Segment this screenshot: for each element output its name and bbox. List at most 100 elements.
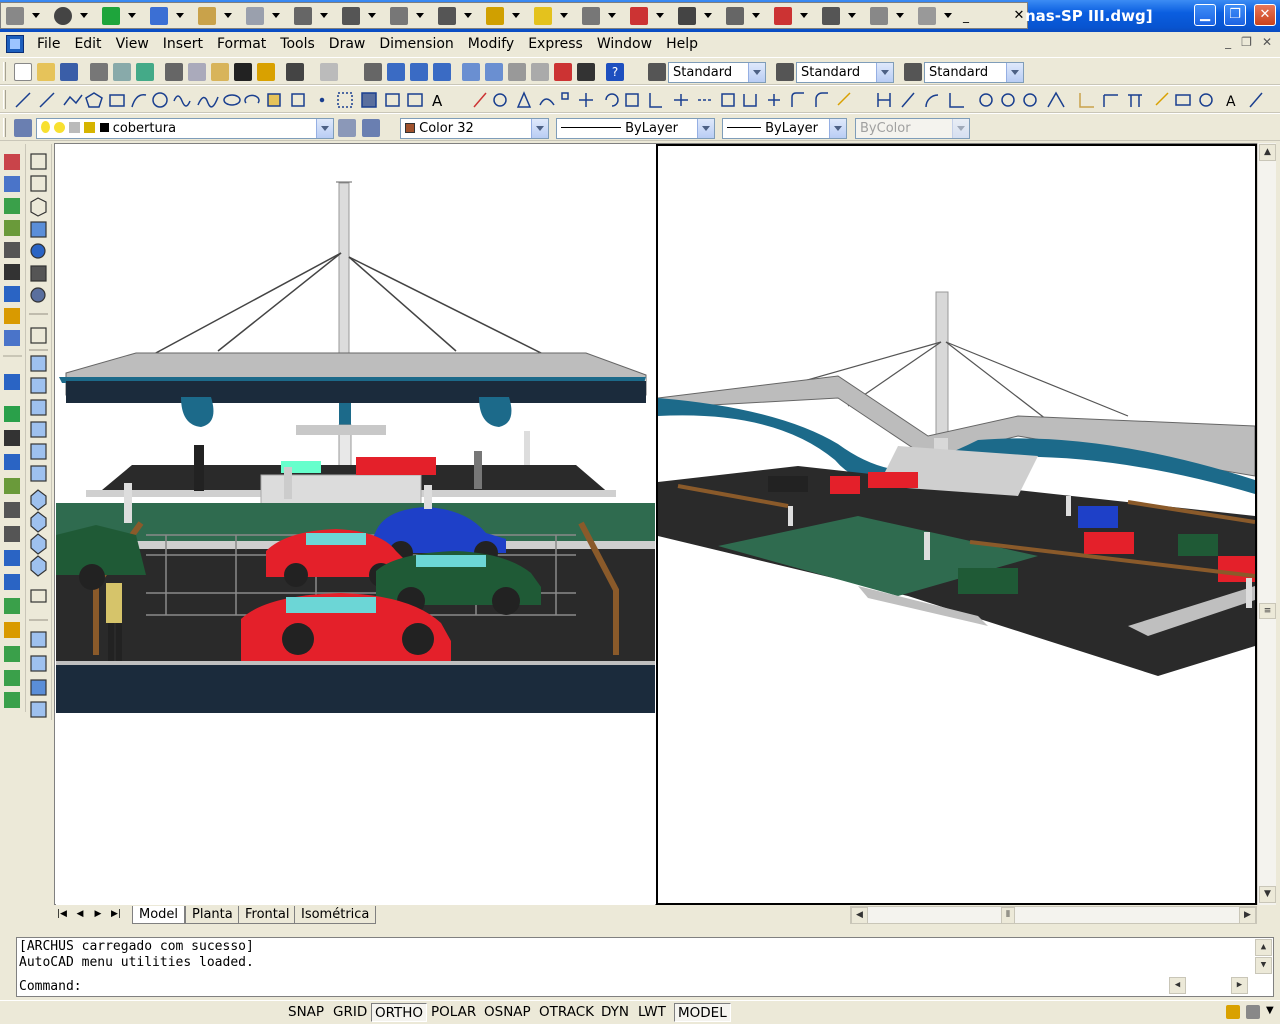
chamfer-icon[interactable] [791, 92, 804, 107]
layer-select[interactable]: cobertura [36, 118, 334, 139]
menu-edit[interactable]: Edit [67, 32, 108, 56]
ordinate-icon[interactable] [949, 93, 964, 108]
close-button[interactable]: ✕ [1254, 4, 1276, 26]
interfere-icon[interactable] [4, 526, 20, 542]
arc-icon[interactable] [131, 94, 147, 108]
copy-object-icon[interactable] [493, 93, 507, 107]
ucs-flyout[interactable] [195, 5, 243, 27]
iso-se-icon[interactable] [30, 511, 47, 533]
scroll-left-icon[interactable]: ◀ [1169, 977, 1186, 994]
scroll-right-icon[interactable]: ▶ [1239, 907, 1256, 924]
view-top-icon[interactable] [30, 355, 47, 372]
scale-icon[interactable] [625, 93, 639, 107]
app-icon[interactable] [6, 35, 24, 53]
rotate-icon[interactable] [605, 93, 619, 107]
revcloud-icon[interactable] [173, 95, 191, 107]
osnap-toggle[interactable]: OSNAP [481, 1003, 534, 1022]
view-left-icon[interactable] [30, 399, 47, 416]
layer-tool-icon[interactable] [4, 308, 20, 324]
zoom-realtime-icon[interactable] [387, 63, 405, 81]
copy-icon[interactable] [188, 63, 206, 81]
next-tab-icon[interactable]: ▶ [90, 907, 106, 922]
calculator-icon[interactable] [577, 63, 595, 81]
polyline-icon[interactable] [63, 94, 83, 106]
print-tool-icon[interactable] [4, 670, 20, 686]
view-flyout[interactable] [291, 5, 339, 27]
table-icon[interactable] [407, 93, 423, 107]
table-style-select[interactable]: Standard [924, 62, 1024, 83]
design-center-icon[interactable] [485, 63, 503, 81]
linear-dim-icon[interactable] [877, 93, 891, 107]
pen-icon[interactable] [4, 622, 20, 638]
menu-insert[interactable]: Insert [156, 32, 210, 56]
gradient-icon[interactable] [361, 92, 377, 108]
grid-toggle[interactable]: GRID [330, 1003, 370, 1022]
shade-flyout[interactable] [915, 5, 963, 27]
diameter-icon[interactable] [1023, 93, 1037, 107]
join-icon[interactable] [768, 94, 780, 106]
tool-palettes-icon[interactable] [508, 63, 526, 81]
named-views-icon[interactable] [30, 589, 47, 603]
leader-icon[interactable] [1155, 92, 1169, 106]
view-back-icon[interactable] [30, 465, 47, 482]
tab-isometrica[interactable]: Isométrica [294, 906, 377, 924]
block-editor-icon[interactable] [257, 63, 275, 81]
paste-icon[interactable] [211, 63, 229, 81]
sheet-set-icon[interactable] [531, 63, 549, 81]
tree-icon[interactable] [4, 598, 20, 614]
arc-flyout[interactable] [3, 5, 51, 27]
toolbar-handle[interactable] [3, 62, 6, 81]
redo-icon[interactable] [320, 63, 338, 81]
quick-dim-icon[interactable] [1079, 93, 1094, 108]
center-mark-icon[interactable] [1199, 93, 1213, 107]
iso-ne-icon[interactable] [30, 533, 47, 555]
menu-tools[interactable]: Tools [273, 32, 322, 56]
open-icon[interactable] [37, 63, 55, 81]
ellipse-arc-icon[interactable] [244, 94, 260, 104]
lwt-toggle[interactable]: LWT [635, 1003, 669, 1022]
menu-view[interactable]: View [109, 32, 156, 56]
radius-icon[interactable] [979, 93, 993, 107]
array-icon[interactable] [561, 92, 569, 100]
scroll-up-icon[interactable]: ▲ [1259, 144, 1276, 161]
mirror-icon[interactable] [516, 91, 532, 108]
jogged-icon[interactable] [1001, 93, 1015, 107]
horizontal-scrollbar[interactable]: ◀ ⦀ ▶ [850, 906, 1257, 924]
spline-icon[interactable] [197, 96, 219, 108]
dim-text-edit-icon[interactable] [1249, 92, 1263, 108]
move-flyout[interactable] [675, 5, 723, 27]
zoom-previous-icon[interactable] [433, 63, 451, 81]
maximize-button[interactable]: ❐ [1224, 4, 1246, 26]
ellipse-icon[interactable] [223, 94, 241, 106]
first-tab-icon[interactable]: |◀ [54, 907, 70, 922]
toolbar-handle[interactable] [3, 90, 6, 109]
toolbar-min[interactable]: _ [963, 5, 983, 27]
vertical-scrollbar[interactable]: ▲ ≡ ▼ [1257, 143, 1276, 905]
hatch-flyout[interactable] [387, 5, 435, 27]
color-select[interactable]: Color 32 [400, 118, 549, 139]
copy-flyout[interactable] [243, 5, 291, 27]
break-icon[interactable] [743, 94, 757, 107]
scroll-down-icon[interactable]: ▼ [1255, 957, 1272, 974]
prev-tab-icon[interactable]: ◀ [72, 907, 88, 922]
light-icon[interactable] [4, 264, 20, 280]
menu-file[interactable]: File [30, 32, 67, 56]
scroll-left-icon[interactable]: ◀ [851, 907, 868, 924]
ucs-object-icon[interactable] [30, 655, 47, 672]
text-box-icon[interactable] [30, 153, 47, 170]
modify-flyout[interactable] [627, 5, 675, 27]
view-front-icon[interactable] [30, 443, 47, 460]
circle-icon[interactable] [152, 92, 168, 108]
angular-icon[interactable] [1047, 91, 1065, 108]
markup-icon[interactable] [554, 63, 572, 81]
construction-line-icon[interactable] [39, 92, 55, 108]
walk-icon[interactable] [4, 220, 20, 236]
ucs-world-icon[interactable] [30, 631, 47, 648]
list-flyout[interactable] [339, 5, 387, 27]
last-tab-icon[interactable]: ▶| [108, 907, 124, 922]
offset-icon[interactable] [539, 98, 555, 106]
region-icon[interactable] [385, 93, 400, 107]
trim-icon[interactable] [674, 94, 688, 106]
help-icon[interactable]: ? [606, 63, 624, 81]
minimize-button[interactable]: ▁ [1194, 4, 1216, 26]
